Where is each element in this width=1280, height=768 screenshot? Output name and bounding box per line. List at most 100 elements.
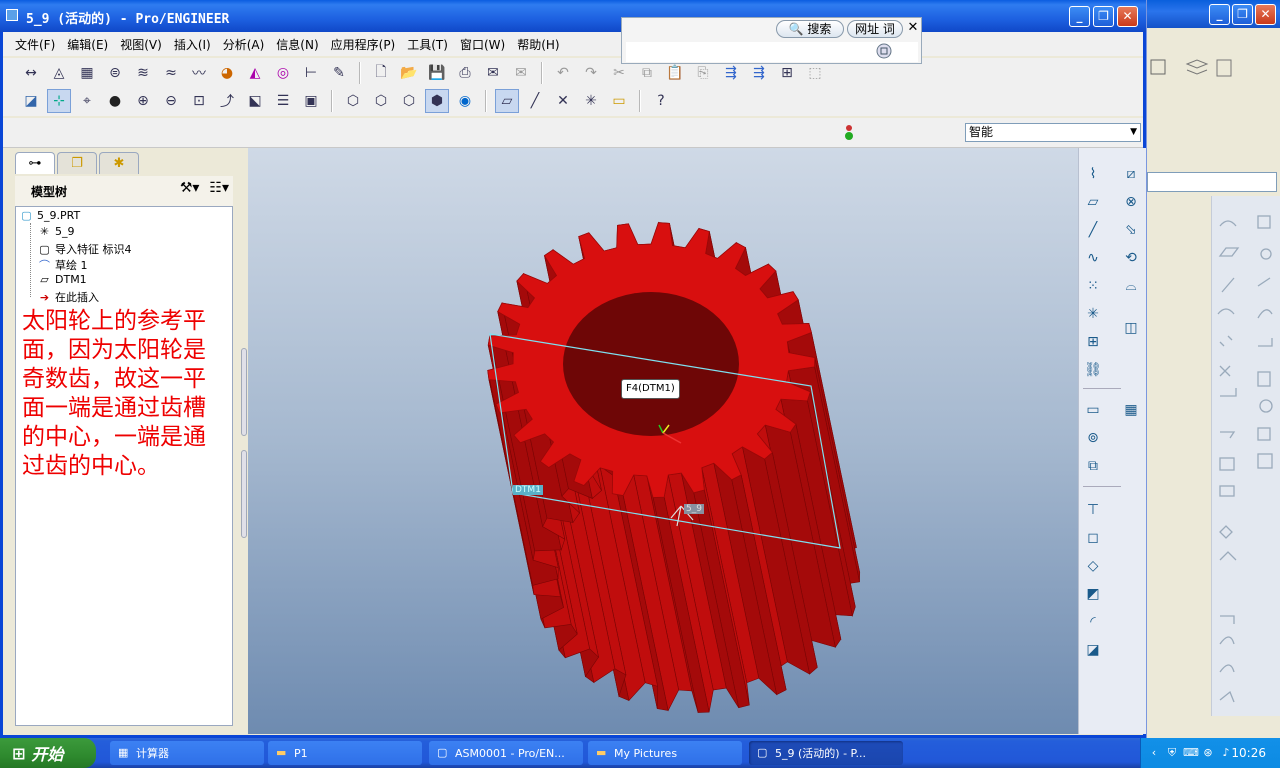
datum-plane-tool-icon[interactable]: ▱	[1081, 190, 1105, 214]
splitter-grip[interactable]	[241, 348, 247, 436]
menu-edit[interactable]: 编辑(E)	[61, 36, 114, 53]
maximize-button[interactable]: ❐	[1093, 6, 1114, 27]
measure-area-icon[interactable]: ◬	[47, 61, 71, 85]
draft-icon[interactable]: ◇	[1081, 554, 1105, 578]
email-link-icon[interactable]: ✉	[509, 61, 533, 85]
datum-planes-toggle-icon[interactable]: ▱	[495, 89, 519, 113]
section-analysis-icon[interactable]: 〰	[187, 61, 211, 85]
round-tool-icon[interactable]: ◜	[1081, 610, 1105, 634]
bg-maximize-button[interactable]: ❐	[1232, 4, 1253, 25]
datum-points-toggle-icon[interactable]: ✕	[551, 89, 575, 113]
datum-curve-sketch-icon[interactable]: ⌇	[1081, 162, 1105, 186]
sensitivity-icon[interactable]: ✎	[327, 61, 351, 85]
enhanced-realism-icon[interactable]: ◉	[453, 89, 477, 113]
tree-show-icon[interactable]: ☷▾	[209, 180, 229, 196]
undo-icon[interactable]: ↶	[551, 61, 575, 85]
task-calculator[interactable]: ▦ 计算器	[110, 741, 264, 765]
tree-node-datum-plane[interactable]: ▱ DTM1	[38, 273, 86, 286]
tree-node-csys[interactable]: ✳ 5_9	[38, 225, 75, 238]
reorient-icon[interactable]: ⤴	[215, 89, 239, 113]
curvature-icon[interactable]: ≋	[131, 61, 155, 85]
slope-analysis-icon[interactable]: ◭	[243, 61, 267, 85]
task-proe-5-9[interactable]: ▢ 5_9 (活动的) - P...	[749, 741, 903, 765]
datum-point-icon[interactable]: ⁙	[1081, 274, 1105, 298]
redo-icon[interactable]: ↷	[579, 61, 603, 85]
search-go-icon[interactable]	[874, 42, 894, 60]
spin-center-icon[interactable]: ⊹	[47, 89, 71, 113]
menu-help[interactable]: 帮助(H)	[511, 36, 565, 53]
zoom-out-icon[interactable]: ⊖	[159, 89, 183, 113]
security-shield-icon[interactable]: ⛨	[1165, 746, 1179, 760]
coordinate-system-icon[interactable]: ✳	[1081, 302, 1105, 326]
shell-tool-icon[interactable]: ◻	[1081, 526, 1105, 550]
regen-manager-icon[interactable]: ⇶	[747, 61, 771, 85]
print-icon[interactable]: ⎙	[453, 61, 477, 85]
menu-analysis[interactable]: 分析(A)	[217, 36, 271, 53]
tray-expand-icon[interactable]: ‹	[1147, 746, 1161, 760]
menu-insert[interactable]: 插入(I)	[168, 36, 217, 53]
background-select[interactable]	[1147, 172, 1277, 192]
tree-node-part[interactable]: ▢ 5_9.PRT	[20, 209, 80, 222]
sweep-icon[interactable]: ⟲	[1119, 246, 1143, 270]
datum-axis-mirror-icon[interactable]: ⊗	[1119, 190, 1143, 214]
revolve-icon[interactable]: ◫	[1119, 316, 1143, 340]
tree-node-insert-here[interactable]: ➔ 在此插入	[38, 289, 99, 305]
datum-axes-toggle-icon[interactable]: ╱	[523, 89, 547, 113]
rib-icon[interactable]: ⧉	[1081, 454, 1105, 478]
panel-splitter[interactable]	[240, 150, 248, 734]
menu-view[interactable]: 视图(V)	[114, 36, 168, 53]
network-icon[interactable]: ⊛	[1201, 746, 1215, 760]
minimize-button[interactable]: _	[1069, 6, 1090, 27]
layers-icon[interactable]: ☰	[271, 89, 295, 113]
wireframe-icon[interactable]: ⬡	[341, 89, 365, 113]
bg-minimize-button[interactable]: _	[1209, 4, 1230, 25]
repaint-icon[interactable]: ◪	[19, 89, 43, 113]
tab-favorites[interactable]: ✱	[99, 152, 139, 174]
tab-folder-browser[interactable]: ❐	[57, 152, 97, 174]
email-icon[interactable]: ✉	[481, 61, 505, 85]
dimension-icon[interactable]: ⊢	[299, 61, 323, 85]
annotation-toggle-icon[interactable]: ▭	[607, 89, 631, 113]
analysis-feature-icon[interactable]: ⊞	[1081, 330, 1105, 354]
url-button[interactable]: 网址 词	[847, 20, 903, 38]
shading-icon[interactable]: ⬢	[425, 89, 449, 113]
cut-icon[interactable]: ✂	[607, 61, 631, 85]
tree-node-import-feature[interactable]: ▢ 导入特征 标识4	[38, 241, 131, 257]
paste-icon[interactable]: 📋	[663, 61, 687, 85]
bg-close-button[interactable]: ✕	[1255, 4, 1276, 25]
orient-mode-icon[interactable]: ⌖	[75, 89, 99, 113]
search-button[interactable]: 🔍 搜索	[776, 20, 844, 38]
csys-toggle-icon[interactable]: ✳	[579, 89, 603, 113]
shade-analysis-icon[interactable]: ◎	[271, 61, 295, 85]
graphics-viewport[interactable]: F4(DTM1) DTM1 5_9	[248, 148, 1078, 734]
draft-analysis-icon[interactable]: ◕	[215, 61, 239, 85]
find-icon[interactable]: ⊞	[775, 61, 799, 85]
hidden-line-icon[interactable]: ⬡	[369, 89, 393, 113]
close-icon[interactable]: ✕	[905, 20, 921, 36]
refit-icon[interactable]: ⊡	[187, 89, 211, 113]
array-icon[interactable]: ▦	[1119, 398, 1143, 422]
input-method-icon[interactable]: ⌨	[1183, 746, 1199, 760]
saved-views-icon[interactable]: ⬕	[243, 89, 267, 113]
tree-node-sketch[interactable]: ⌒ 草绘 1	[38, 257, 88, 273]
close-button[interactable]: ✕	[1117, 6, 1138, 27]
pattern-icon[interactable]: ◪	[1081, 638, 1105, 662]
mass-properties-icon[interactable]: ⊜	[103, 61, 127, 85]
paste-special-icon[interactable]: ⎘	[691, 61, 715, 85]
tab-model-tree[interactable]: ⊶	[15, 152, 55, 174]
tree-settings-icon[interactable]: ⚒▾	[180, 180, 200, 196]
zoom-in-icon[interactable]: ⊕	[131, 89, 155, 113]
save-icon[interactable]: 💾	[425, 61, 449, 85]
extrude-icon[interactable]: ⬂	[1119, 218, 1143, 242]
menu-applications[interactable]: 应用程序(P)	[325, 36, 402, 53]
menu-info[interactable]: 信息(N)	[270, 36, 324, 53]
chamfer-icon[interactable]: ◩	[1081, 582, 1105, 606]
regenerate-icon[interactable]: ⇶	[719, 61, 743, 85]
start-button[interactable]: ⊞ 开始	[0, 738, 96, 768]
menu-tools[interactable]: 工具(T)	[401, 36, 454, 53]
selection-filter-select[interactable]: 智能 ▼	[965, 123, 1141, 142]
datum-axis-tool-icon[interactable]: ╱	[1081, 218, 1105, 242]
appearance-icon[interactable]: ●	[103, 89, 127, 113]
task-asm0001[interactable]: ▢ ASM0001 - Pro/EN...	[429, 741, 583, 765]
no-hidden-icon[interactable]: ⬡	[397, 89, 421, 113]
